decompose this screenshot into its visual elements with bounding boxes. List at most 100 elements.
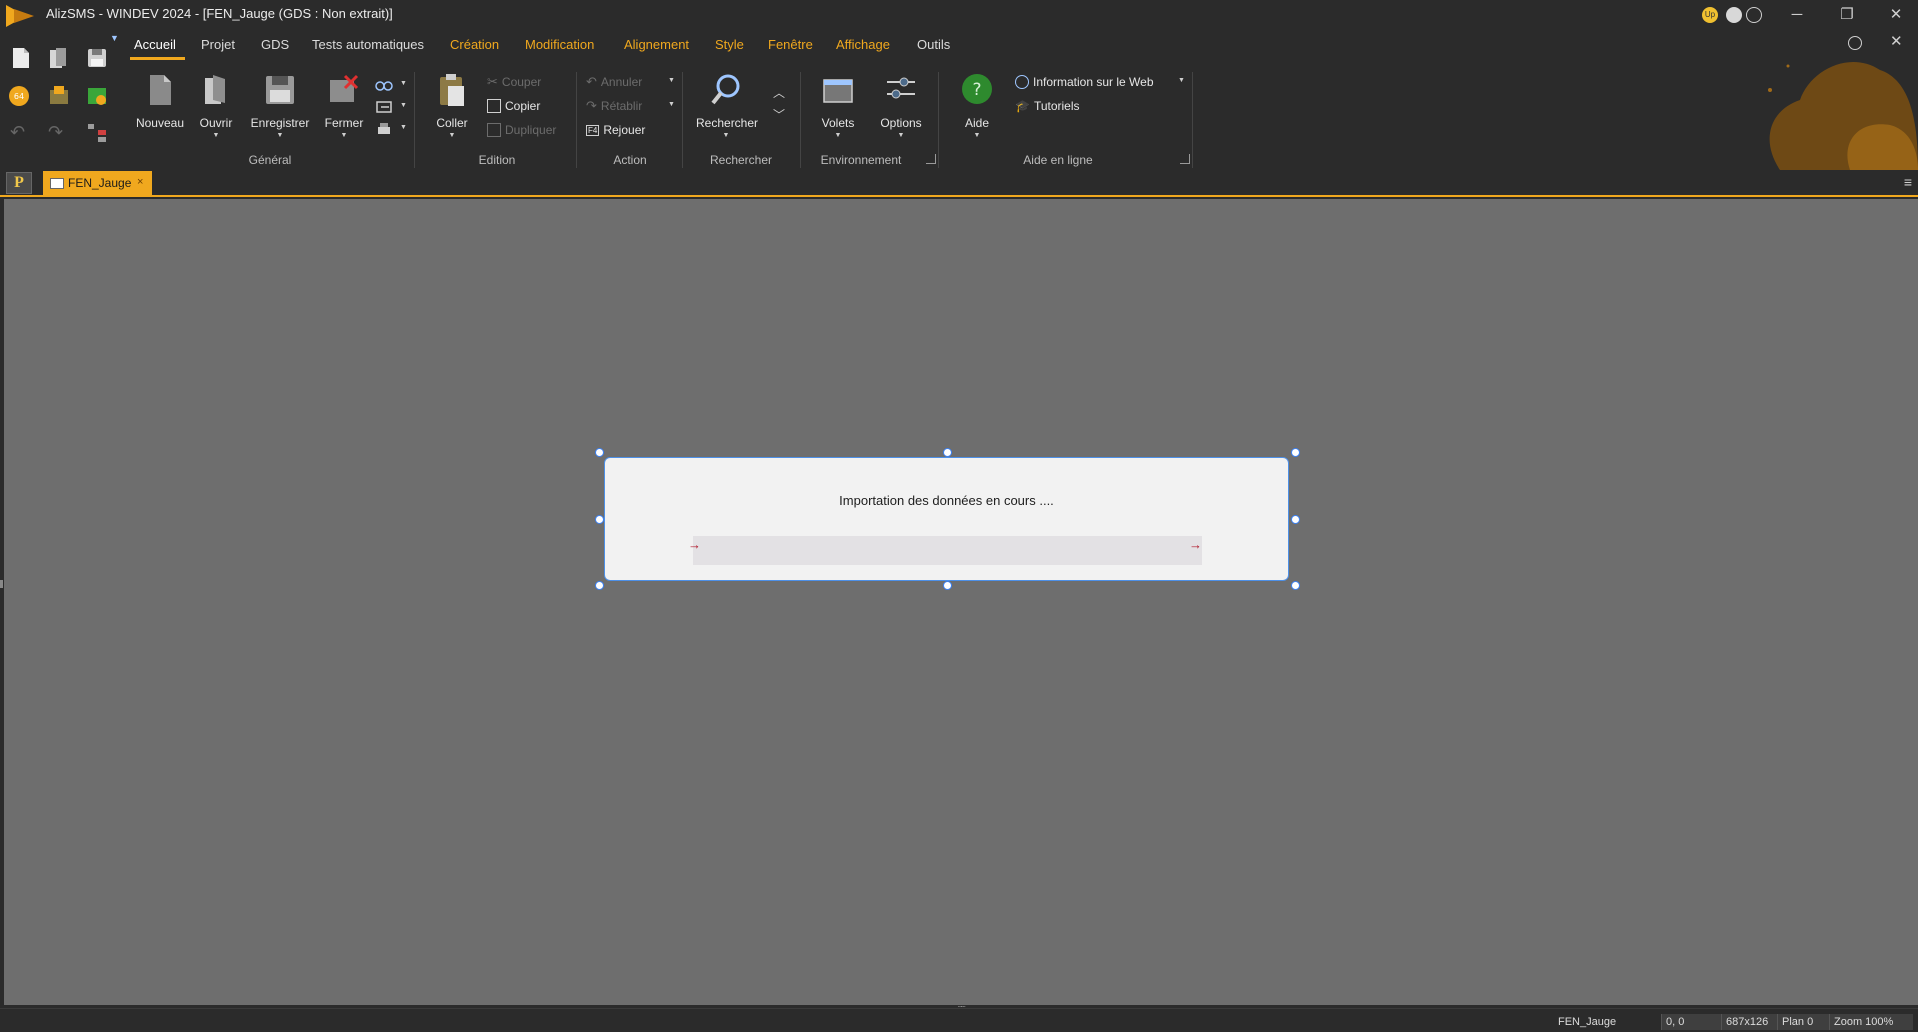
enregistrer-button[interactable]: Enregistrer ▼ [250,72,310,144]
options-caret-icon[interactable]: ▼ [871,132,931,139]
group-label-general: Général [248,153,292,167]
windev-logo-icon[interactable] [4,3,36,29]
restore-button[interactable]: ❐ [1829,4,1865,26]
globe-icon[interactable] [1746,7,1762,23]
print-caret-icon[interactable]: ▼ [400,124,407,131]
annuler-button[interactable]: ↶ Annuler [586,72,642,92]
update-badge-icon[interactable]: Up [1702,7,1718,23]
ouvrir-caret-icon[interactable]: ▼ [186,132,246,139]
compare-icon[interactable] [375,78,393,92]
doc-tab-close-icon[interactable]: × [137,176,143,188]
paste-clipboard-icon [440,74,464,106]
tab-gds[interactable]: GDS [261,37,289,52]
fen-jauge-window[interactable]: Importation des données en cours .... → … [604,457,1289,581]
annuler-label: Annuler [600,75,643,89]
resize-handle-top-right[interactable] [1291,448,1300,457]
resize-handle-left[interactable] [595,515,604,524]
retablir-caret-icon[interactable]: ▼ [668,101,675,108]
open-file-icon[interactable] [48,46,70,70]
retablir-label: Rétablir [600,99,643,113]
retablir-button[interactable]: ↷ Rétablir [586,96,642,116]
resize-handle-bottom-left[interactable] [595,581,604,590]
tab-style[interactable]: Style [715,37,744,52]
resize-handle-bottom[interactable] [943,581,952,590]
tab-fenetre[interactable]: Fenêtre [768,37,813,52]
tab-outils[interactable]: Outils [917,37,950,52]
redo-icon[interactable]: ↷ [48,122,63,143]
environnement-launcher-icon[interactable] [926,154,936,164]
rejouer-button[interactable]: F4 Rejouer [586,120,645,140]
close-ribbon-icon[interactable]: ✕ [1890,32,1903,50]
save-icon[interactable] [86,46,108,70]
web-info-caret-icon[interactable]: ▼ [1178,77,1185,84]
aide-button[interactable]: ? Aide ▼ [947,72,1007,144]
options-button[interactable]: Options ▼ [871,72,931,144]
import-label[interactable]: Importation des données en cours .... [605,493,1288,508]
dupliquer-label: Dupliquer [505,123,557,137]
resize-handle-top-left[interactable] [595,448,604,457]
couper-button[interactable]: ✂ Couper [487,72,541,92]
search-next-icon[interactable]: ﹀ [773,106,785,123]
left-splitter[interactable] [0,580,3,588]
compare-caret-icon[interactable]: ▼ [400,80,407,87]
print-icon[interactable] [375,122,393,136]
fermer-button[interactable]: Fermer ▼ [314,72,374,144]
rechercher-caret-icon[interactable]: ▼ [696,132,756,139]
aide-launcher-icon[interactable] [1180,154,1190,164]
coller-button[interactable]: Coller ▼ [422,72,482,144]
status-size: 687x126 [1721,1014,1777,1030]
undo-icon[interactable]: ↶ [10,122,25,143]
tab-accueil[interactable]: Accueil [134,37,176,52]
tab-tests-automatiques[interactable]: Tests automatiques [312,37,424,52]
export-icon[interactable] [375,100,393,114]
search-ribbon-icon[interactable] [1848,36,1862,50]
active-tab-indicator [130,57,185,60]
aide-caret-icon[interactable]: ▼ [947,132,1007,139]
resize-handle-right[interactable] [1291,515,1300,524]
ouvrir-label: Ouvrir [199,116,233,130]
status-zoom[interactable]: Zoom 100% [1829,1014,1913,1030]
tutoriels-button[interactable]: 🎓 Tutoriels [1015,96,1080,116]
volets-caret-icon[interactable]: ▼ [808,132,868,139]
tab-affichage[interactable]: Affichage [836,37,890,52]
tabs-menu-icon[interactable]: ≡ [1904,174,1912,190]
close-document-icon [330,74,359,102]
close-button[interactable]: ✕ [1878,4,1914,26]
structure-icon[interactable] [86,120,108,144]
project-explorer-button[interactable]: P [6,172,32,194]
tab-projet[interactable]: Projet [201,37,235,52]
web-info-button[interactable]: Information sur le Web [1015,72,1154,92]
fermer-caret-icon[interactable]: ▼ [314,132,374,139]
ouvrir-button[interactable]: Ouvrir ▼ [186,72,246,144]
group-separator [800,72,801,168]
editor-canvas[interactable] [4,199,1918,1005]
test-window-icon[interactable] [86,84,108,108]
coller-caret-icon[interactable]: ▼ [422,132,482,139]
new-file-icon[interactable] [10,46,32,70]
enregistrer-caret-icon[interactable]: ▼ [250,132,310,139]
search-prev-icon[interactable]: ︿ [773,84,785,101]
dupliquer-button[interactable]: Dupliquer [487,120,556,140]
copier-button[interactable]: Copier [487,96,540,116]
doc-tab-fen-jauge[interactable]: FEN_Jauge × [43,171,152,196]
go-64-icon[interactable]: 64 [8,84,30,108]
accessibility-icon[interactable] [1726,7,1742,23]
minimize-button[interactable]: ─ [1779,4,1815,26]
tab-alignement[interactable]: Alignement [624,37,689,52]
tab-modification[interactable]: Modification [525,37,594,52]
progress-gauge[interactable]: → → [688,536,1202,565]
build-exe-icon[interactable] [48,84,70,108]
help-question-icon: ? [962,74,992,104]
customize-toolbar-icon[interactable]: ▼ [110,33,119,43]
nouveau-button[interactable]: Nouveau [130,72,190,144]
resize-handle-bottom-right[interactable] [1291,581,1300,590]
resize-handle-top[interactable] [943,448,952,457]
status-plan[interactable]: Plan 0 [1777,1014,1829,1030]
duplicate-icon [487,123,501,137]
annuler-caret-icon[interactable]: ▼ [668,77,675,84]
ribbon-decoration [1768,61,1918,170]
tab-creation[interactable]: Création [450,37,499,52]
volets-button[interactable]: Volets ▼ [808,72,868,144]
rechercher-button[interactable]: Rechercher ▼ [696,72,758,144]
export-caret-icon[interactable]: ▼ [400,102,407,109]
